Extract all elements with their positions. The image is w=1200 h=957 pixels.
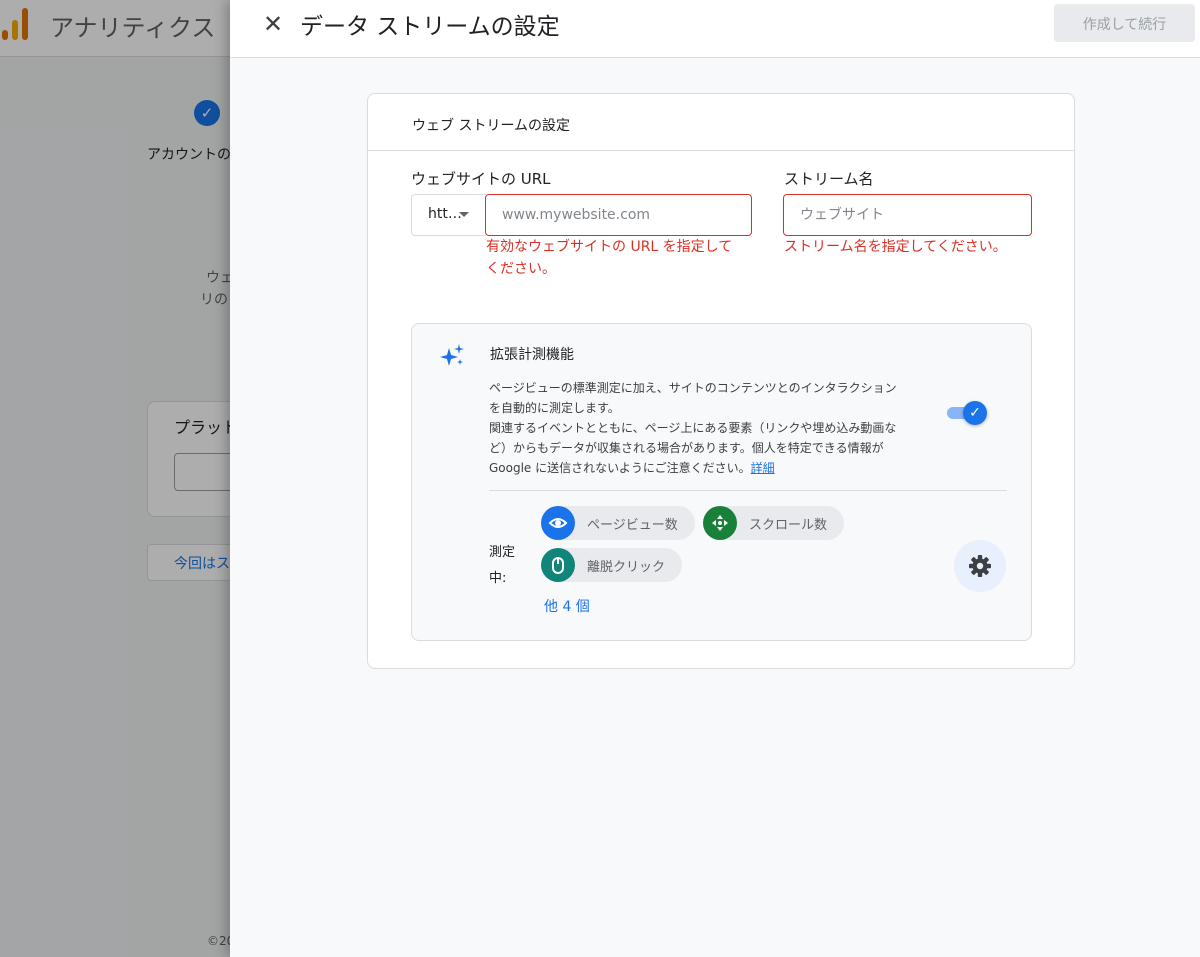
data-stream-panel: ✕ データ ストリームの設定 作成して続行 ウェブ ストリームの設定 ウェブサイ… [230, 0, 1200, 957]
card-title: ウェブ ストリームの設定 [412, 118, 571, 134]
enhanced-measurement-title: 拡張計測機能 [490, 347, 574, 363]
eye-icon [541, 506, 575, 540]
chip-label: 離脱クリック [587, 560, 666, 575]
chip-page-views: ページビュー数 [541, 506, 695, 540]
protocol-value: htt… [428, 206, 462, 222]
chip-label: スクロール数 [749, 518, 828, 533]
measuring-label-line: 測定 [489, 545, 516, 560]
chip-scrolls: スクロール数 [703, 506, 844, 540]
details-link[interactable]: 詳細 [751, 461, 775, 475]
description-line: を自動的に測定します。 [489, 401, 620, 415]
url-field[interactable] [485, 194, 752, 236]
close-icon[interactable]: ✕ [258, 9, 288, 39]
stream-name-error: ストリーム名を指定してください。 [784, 239, 1007, 255]
mouse-icon [541, 548, 575, 582]
measuring-label: 測定 中: [489, 540, 529, 592]
create-and-continue-button[interactable]: 作成して続行 [1054, 4, 1195, 42]
description-line: Google に送信されないようにご注意ください。詳細 [489, 458, 939, 478]
description-line: ど）からもデータが収集される場合があります。個人を特定できる情報が [489, 441, 884, 455]
sparkle-icon [440, 344, 464, 366]
enhanced-measurement-description: ページビューの標準測定に加え、サイトのコンテンツとのインタラクション を自動的に… [489, 378, 939, 478]
gear-icon [969, 555, 991, 577]
url-error-line: 有効なウェブサイトの URL を指定して [486, 239, 733, 255]
stream-name-label: ストリーム名 [784, 170, 874, 188]
url-input[interactable] [486, 195, 751, 235]
dropdown-caret-icon [459, 212, 469, 217]
description-line: 関連するイベントとともに、ページ上にある要素（リンクや埋め込み動画な [489, 421, 897, 435]
check-icon: ✓ [963, 401, 987, 425]
url-error: 有効なウェブサイトの URL を指定して ください。 [486, 236, 732, 280]
settings-button[interactable] [954, 540, 1006, 592]
more-events-link[interactable]: 他 4 個 [544, 596, 590, 616]
description-text: Google に送信されないようにご注意ください。 [489, 461, 751, 475]
url-label: ウェブサイトの URL [411, 170, 551, 188]
stream-name-input[interactable] [784, 195, 1031, 235]
card-header: ウェブ ストリームの設定 [368, 94, 1074, 151]
measuring-label-line: 中: [489, 571, 507, 586]
url-error-line: ください。 [486, 261, 556, 277]
web-stream-card: ウェブ ストリームの設定 ウェブサイトの URL htt… 有効なウェブサイトの… [367, 93, 1075, 669]
protocol-select[interactable]: htt… [411, 194, 486, 236]
enhanced-measurement-section: 拡張計測機能 ページビューの標準測定に加え、サイトのコンテンツとのインタラクショ… [411, 323, 1032, 641]
chip-outbound-clicks: 離脱クリック [541, 548, 682, 582]
enhanced-measurement-toggle[interactable]: ✓ [945, 401, 987, 425]
divider [489, 490, 1007, 491]
stream-name-field[interactable] [783, 194, 1032, 236]
panel-header: ✕ データ ストリームの設定 作成して続行 [230, 0, 1200, 58]
chip-label: ページビュー数 [587, 518, 678, 533]
panel-title: データ ストリームの設定 [300, 14, 560, 40]
scroll-arrows-icon [703, 506, 737, 540]
description-line: ページビューの標準測定に加え、サイトのコンテンツとのインタラクション [489, 381, 897, 395]
